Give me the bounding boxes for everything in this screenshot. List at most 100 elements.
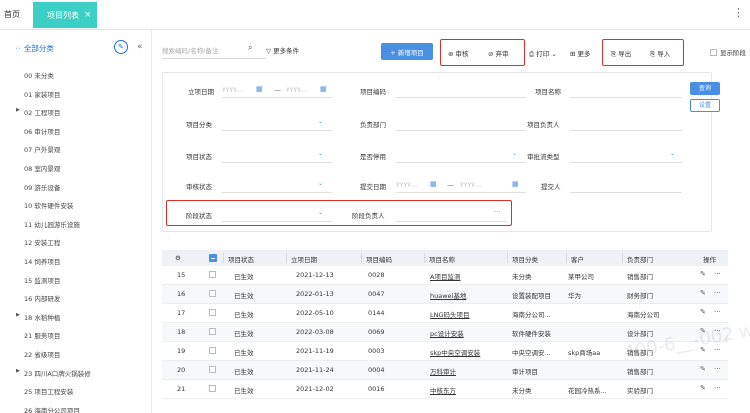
sidebar-category-item[interactable]: 12 安装工程: [24, 237, 60, 247]
cell-name[interactable]: 万科审计: [430, 366, 456, 376]
chevron-down-icon[interactable]: ⌄: [670, 150, 675, 157]
query-button[interactable]: 查询: [690, 82, 720, 95]
chevron-down-icon[interactable]: ⌄: [512, 150, 517, 157]
calendar-icon[interactable]: ▦: [512, 180, 519, 188]
sidebar-category-item[interactable]: 25 项目工程安装: [24, 386, 73, 396]
row-checkbox[interactable]: [209, 290, 216, 297]
export-button[interactable]: ⎘ 导出: [611, 48, 631, 59]
sidebar-category-item[interactable]: 01 家装项目: [24, 89, 60, 99]
tab-project-list[interactable]: 项目列表 ×: [33, 2, 97, 28]
column-header-date[interactable]: 立项日期: [291, 254, 317, 264]
audit-status-select[interactable]: [222, 192, 332, 193]
approve-button[interactable]: ⊛ 审核: [448, 48, 469, 58]
expand-caret-icon[interactable]: ▶: [16, 368, 20, 374]
import-button[interactable]: ⎘ 导入: [650, 48, 670, 59]
edit-category-icon[interactable]: ✎: [114, 40, 128, 54]
edit-icon[interactable]: ✎: [700, 270, 706, 278]
sidebar-category-item[interactable]: ▶ 02 工程项目: [16, 107, 60, 117]
table-row[interactable]: 17 已生效 2022-05-10 0144 LNG码头项目 海南分公司... 海南分公司 ✎…: [162, 304, 728, 323]
row-checkbox[interactable]: [209, 347, 216, 354]
cell-name[interactable]: pc设计安装: [430, 328, 464, 338]
start-date-to[interactable]: YYYY-...: [286, 87, 308, 94]
print-button[interactable]: ⎙ 打印 ⌄: [529, 48, 557, 59]
cell-name[interactable]: skp中央空调安装: [430, 347, 480, 357]
table-row[interactable]: 21 已生效 2021-12-02 0016 中核东方 未分类 花园冷热系... 实验部门 ✎ ·…: [162, 380, 728, 399]
expand-caret-icon[interactable]: ▶: [16, 312, 20, 318]
is-disabled-select[interactable]: [396, 162, 526, 163]
row-checkbox[interactable]: [209, 366, 216, 373]
chevron-down-icon[interactable]: ⌄: [318, 180, 323, 187]
sidebar-category-item[interactable]: 22 省级项目: [24, 349, 60, 359]
sidebar-category-item[interactable]: ▶ 18 水稻种植: [16, 312, 60, 322]
row-checkbox[interactable]: [209, 309, 216, 316]
project-status-select[interactable]: [222, 162, 332, 163]
column-header-dept[interactable]: 负责部门: [627, 254, 653, 264]
more-options-icon[interactable]: ···: [714, 384, 721, 392]
sidebar-category-item[interactable]: 21 服务项目: [24, 330, 60, 340]
all-categories-header[interactable]: ⁘ 全部分类: [15, 43, 54, 54]
select-all-checkbox[interactable]: [209, 254, 217, 262]
project-name-input[interactable]: [570, 97, 682, 98]
row-checkbox[interactable]: [209, 271, 216, 278]
show-stage-checkbox[interactable]: 显示阶段: [710, 47, 746, 57]
tab-home[interactable]: 首页: [4, 9, 20, 20]
expand-caret-icon[interactable]: ▶: [16, 107, 20, 113]
stage-status-select[interactable]: [222, 221, 332, 222]
column-header-name[interactable]: 项目名称: [429, 254, 455, 264]
sidebar-category-item[interactable]: 15 监测项目: [24, 275, 60, 285]
submit-date-from[interactable]: YYYY-...: [396, 182, 418, 189]
sidebar-category-item[interactable]: 11 幼儿园游乐设施: [24, 219, 80, 229]
edit-icon[interactable]: ✎: [700, 384, 706, 392]
more-button[interactable]: ⊞ 更多: [570, 48, 591, 58]
column-header-code[interactable]: 项目编码: [366, 254, 392, 264]
sidebar-category-item[interactable]: 07 户外景观: [24, 144, 60, 154]
edit-icon[interactable]: ✎: [700, 308, 706, 316]
calendar-icon[interactable]: ▦: [256, 85, 263, 93]
sidebar-category-item[interactable]: 16 内部研发: [24, 293, 60, 303]
more-options-icon[interactable]: ···: [714, 365, 721, 373]
unapprove-button[interactable]: ⊘ 弃审: [488, 48, 509, 58]
approval-type-select[interactable]: [570, 162, 682, 163]
column-settings-icon[interactable]: ⚙: [175, 254, 181, 262]
sidebar-category-item[interactable]: 14 饲养项目: [24, 256, 60, 266]
calendar-icon[interactable]: ▦: [320, 85, 327, 93]
submitter-input[interactable]: [570, 192, 682, 193]
chevron-down-icon[interactable]: ⌄: [318, 209, 323, 216]
sidebar-category-item[interactable]: 10 软件硬件安装: [24, 200, 73, 210]
sidebar-category-item[interactable]: 06 审计项目: [24, 126, 60, 136]
column-header-customer[interactable]: 客户: [571, 254, 584, 264]
table-row[interactable]: 20 已生效 2021-11-24 0004 万科审计 审计项目 销售部门 ✎ ···: [162, 361, 728, 380]
submit-date-to[interactable]: YYYY-...: [460, 182, 482, 189]
settings-button[interactable]: 设置: [690, 99, 720, 112]
cell-name[interactable]: A项目监测: [430, 271, 460, 281]
edit-icon[interactable]: ✎: [700, 289, 706, 297]
sidebar-category-item[interactable]: 26 海南分公司项目: [24, 405, 80, 413]
sidebar-category-item[interactable]: 00 未分类: [24, 70, 54, 80]
sidebar-category-item[interactable]: 09 游乐设备: [24, 182, 60, 192]
column-header-category[interactable]: 项目分类: [512, 254, 538, 264]
chevron-down-icon[interactable]: ⌄: [318, 150, 323, 157]
more-vertical-icon[interactable]: ⋮: [733, 6, 744, 19]
table-row[interactable]: 16 已生效 2022-01-13 0047 huawei基地 设置装配项目 华为 财务部门 ✎…: [162, 285, 728, 304]
edit-icon[interactable]: ✎: [700, 365, 706, 373]
search-icon[interactable]: ⌕: [248, 43, 252, 53]
cell-name[interactable]: huawei基地: [430, 290, 466, 300]
sidebar-category-item[interactable]: 08 室内景观: [24, 163, 60, 173]
start-date-from[interactable]: YYYY-...: [222, 87, 244, 94]
row-checkbox[interactable]: [209, 328, 216, 335]
calendar-icon[interactable]: ▦: [430, 180, 437, 188]
more-options-icon[interactable]: ···: [714, 289, 721, 297]
chevron-down-icon[interactable]: ⌄: [318, 118, 323, 125]
cell-name[interactable]: LNG码头项目: [430, 309, 470, 319]
project-category-select[interactable]: [222, 130, 332, 131]
column-header-status[interactable]: 项目状态: [228, 254, 254, 264]
project-manager-input[interactable]: [570, 130, 682, 131]
stage-manager-input[interactable]: [396, 221, 506, 222]
add-project-button[interactable]: + 新增项目: [381, 43, 433, 60]
more-options-icon[interactable]: ···: [494, 208, 501, 216]
row-checkbox[interactable]: [209, 385, 216, 392]
responsible-dept-input[interactable]: [396, 130, 526, 131]
cell-name[interactable]: 中核东方: [430, 385, 456, 395]
sidebar-category-item[interactable]: ▶ 23 四川A口牌火锅装修: [16, 368, 91, 378]
more-options-icon[interactable]: ···: [714, 270, 721, 278]
